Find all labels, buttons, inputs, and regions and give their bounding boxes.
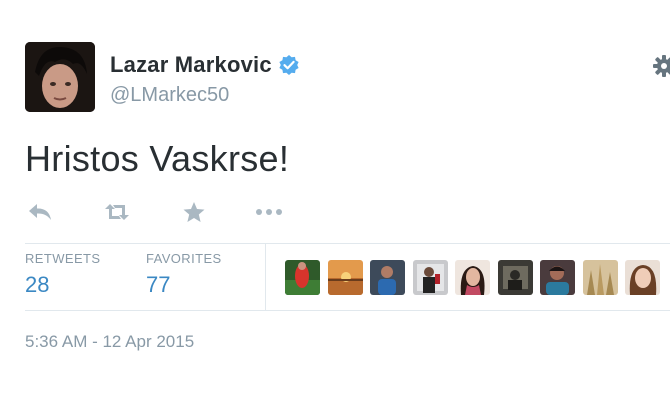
- more-button[interactable]: [254, 198, 284, 226]
- favoriter-avatar[interactable]: [625, 260, 660, 295]
- favoriter-avatar[interactable]: [455, 260, 490, 295]
- favoriter-avatar[interactable]: [497, 260, 533, 295]
- favoriter-avatar[interactable]: [285, 260, 320, 295]
- stats-top-divider: [25, 243, 670, 244]
- favorite-button[interactable]: [179, 198, 209, 226]
- author-handle[interactable]: @LMarkec50: [110, 84, 229, 107]
- retweet-button[interactable]: [102, 198, 132, 226]
- stats-separator: [265, 244, 266, 310]
- tweet-text: Hristos Vaskrse!: [25, 138, 290, 179]
- retweets-stat[interactable]: RETWEETS 28: [25, 251, 100, 298]
- favoriter-avatars: [285, 260, 668, 295]
- retweets-label: RETWEETS: [25, 251, 101, 266]
- reply-button[interactable]: [25, 198, 55, 226]
- favorites-stat[interactable]: FAVORITES 77: [146, 251, 222, 298]
- author-avatar[interactable]: [25, 42, 95, 112]
- author-name-row[interactable]: Lazar Markovic: [110, 52, 300, 78]
- favorites-count[interactable]: 77: [146, 272, 222, 298]
- favoriter-avatar[interactable]: [582, 260, 618, 295]
- gear-icon[interactable]: [652, 54, 670, 78]
- favoriter-avatar[interactable]: [540, 260, 575, 295]
- favoriter-avatar[interactable]: [327, 260, 363, 295]
- verified-badge-icon: [279, 55, 299, 75]
- reply-icon: [29, 204, 51, 220]
- favoriter-avatar[interactable]: [370, 260, 405, 295]
- retweet-icon: [105, 204, 129, 220]
- retweets-count[interactable]: 28: [25, 272, 100, 298]
- stats-bottom-divider: [25, 310, 670, 311]
- more-icon: [256, 209, 282, 215]
- tweet-timestamp[interactable]: 5:36 AM - 12 Apr 2015: [25, 332, 194, 352]
- favoriter-avatar[interactable]: [412, 260, 448, 295]
- author-name[interactable]: Lazar Markovic: [110, 52, 272, 78]
- favorites-label: FAVORITES: [146, 251, 222, 266]
- avatar-image: [25, 42, 95, 112]
- star-icon: [183, 202, 205, 222]
